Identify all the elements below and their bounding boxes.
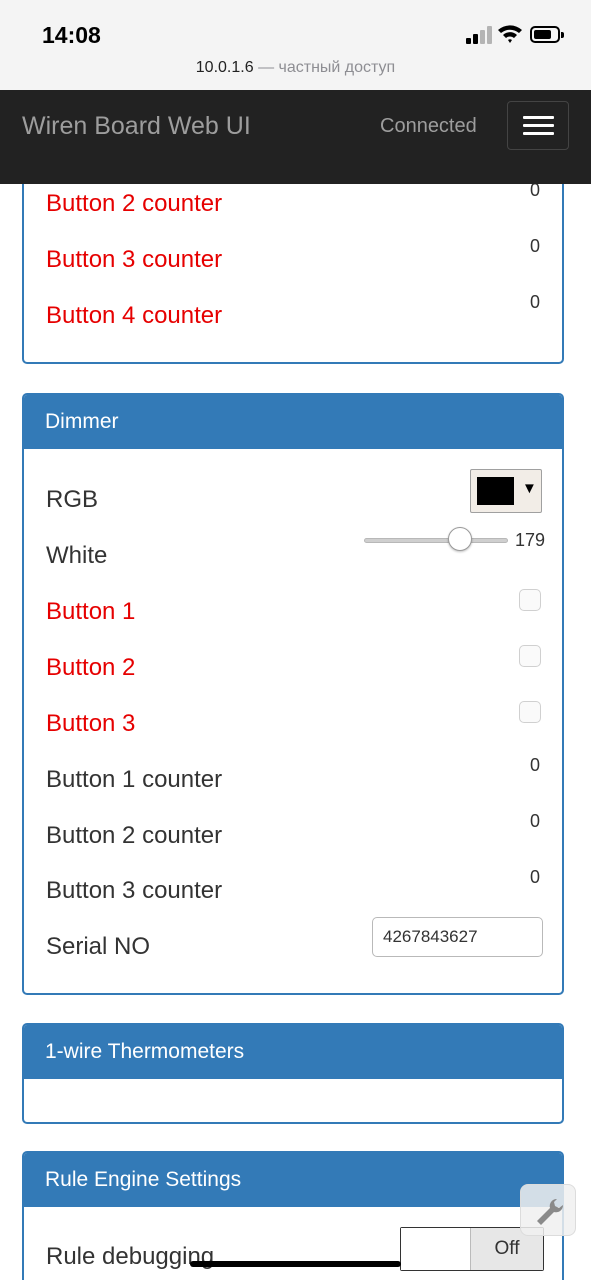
home-indicator [190,1261,401,1267]
row-label-rule-debugging: Rule debugging [46,1243,215,1270]
battery-icon [530,26,564,43]
navbar: Wiren Board Web UI Connected [0,90,591,184]
white-value: 179 [515,530,546,550]
address-host: 10.0.1.6 [195,59,254,76]
slider-track [364,538,508,543]
rgb-color-picker[interactable]: ▼ [470,469,542,513]
status-bar: 14:08 10.0.1.6 — частный доступ [0,0,591,90]
row-label-button-1-counter: Button 1 counter [46,766,223,793]
panel-1-wire-thermometers: 1-wire Thermometers [22,1023,564,1124]
address-privacy: — частный доступ [258,59,396,76]
row-label-button-2-counter: Button 2 counter [46,822,223,849]
white-slider[interactable] [364,527,508,553]
row-value-button-3-counter: 0 [529,236,540,256]
button-3-checkbox[interactable] [519,701,541,723]
rgb-color-swatch [477,477,514,505]
row-value-button-2-counter: 0 [529,811,540,831]
navbar-brand[interactable]: Wiren Board Web UI [22,112,251,141]
row-value-button-1-counter: 0 [529,755,540,775]
row-label-button-3-counter: Button 3 counter [46,877,223,904]
address-bar[interactable]: 10.0.1.6 — частный доступ [0,59,591,77]
button-2-checkbox[interactable] [519,645,541,667]
hamburger-menu-button[interactable] [507,101,569,150]
row-label-button-4-counter: Button 4 counter [46,302,223,329]
row-value-button-3-counter: 0 [529,867,540,887]
cellular-signal-icon [466,26,492,44]
hamburger-menu-icon [523,116,554,119]
connection-status: Connected [380,115,477,137]
slider-thumb[interactable] [448,527,472,551]
panel-title-rule-engine: Rule Engine Settings [24,1153,562,1207]
row-label-button-1: Button 1 [46,598,136,625]
button-1-checkbox[interactable] [519,589,541,611]
row-label-button-3: Button 3 [46,710,136,737]
row-label-button-3-counter: Button 3 counter [46,246,223,273]
row-label-button-2: Button 2 [46,654,136,681]
switch-handle[interactable] [401,1228,471,1270]
row-value-button-4-counter: 0 [529,292,540,312]
serial-no-field[interactable]: 4267843627 [372,917,543,957]
panel-title-1-wire: 1-wire Thermometers [24,1025,562,1079]
panel-dimmer: Dimmer RGB ▼ White 179 Button 1 Button 2… [22,393,564,995]
caret-down-icon: ▼ [522,480,537,497]
wifi-icon [498,25,522,43]
settings-floating-button[interactable] [520,1184,576,1236]
panel-title-dimmer: Dimmer [24,395,562,449]
row-label-button-2-counter: Button 2 counter [46,190,223,217]
status-time: 14:08 [42,22,101,48]
wrench-icon [537,1198,564,1225]
row-label-white: White [46,542,108,569]
row-label-rgb: RGB [46,486,99,513]
row-label-serial-no: Serial NO [46,933,151,960]
